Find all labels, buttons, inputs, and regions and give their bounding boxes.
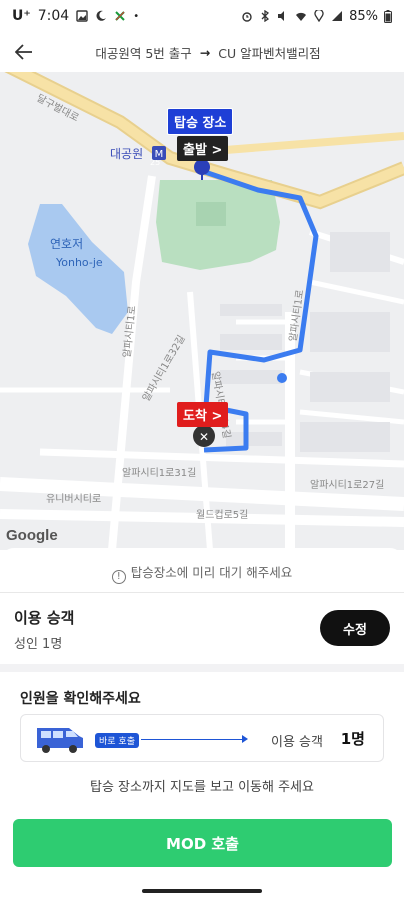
origin-name: 대공원역 5번 출구 bbox=[95, 45, 192, 61]
google-logo: Google bbox=[6, 527, 58, 544]
bottom-sheet: ! 탑승장소에 미리 대기 해주세요 이용 승객 성인 1명 수정 인원을 확인해… bbox=[0, 548, 404, 900]
battery-icon bbox=[384, 9, 392, 23]
info-icon: ! bbox=[111, 570, 126, 584]
use-value: 1명 bbox=[340, 730, 365, 748]
park-field bbox=[196, 202, 226, 226]
route-arrow: → bbox=[199, 44, 211, 60]
depart-label[interactable]: 출발 > bbox=[177, 136, 229, 161]
section-divider bbox=[0, 664, 404, 672]
current-location-dot bbox=[277, 373, 287, 383]
map-label-world: 월드컵로5길 bbox=[196, 508, 248, 521]
wifi-icon bbox=[296, 12, 307, 21]
lake-name-en: Yonho-je bbox=[55, 256, 103, 269]
lake-name-ko: 연호저 bbox=[50, 237, 83, 251]
mod-call-button[interactable]: MOD 호출 bbox=[13, 819, 392, 867]
progress-arrow-line bbox=[141, 739, 245, 740]
status-bar: U⁺ 7:04 • 85% bbox=[0, 0, 404, 32]
alarm-icon bbox=[242, 12, 252, 22]
map-label-station: 대공원 bbox=[110, 147, 143, 161]
pickup-label: 탑승 장소 bbox=[167, 108, 234, 135]
instant-call-tag: 바로 호출 bbox=[95, 733, 139, 748]
arrow-left-icon bbox=[15, 44, 32, 60]
van-icon bbox=[37, 728, 83, 753]
passengers-value: 성인 1명 bbox=[14, 637, 63, 652]
wait-notice-text: 탑승장소에 미리 대기 해주세요 bbox=[130, 565, 293, 580]
battery-percent: 85% bbox=[349, 8, 378, 24]
arrive-label[interactable]: 도착 > bbox=[177, 402, 229, 427]
moon-icon bbox=[96, 10, 107, 21]
confirm-card: 바로 호출 이용 승객 1명 bbox=[20, 714, 384, 762]
confirm-title: 인원을 확인해주세요 bbox=[20, 691, 141, 707]
svg-text:✕: ✕ bbox=[199, 430, 209, 444]
signal-icon bbox=[332, 11, 343, 21]
mute-icon bbox=[278, 11, 285, 21]
carrier-label: U⁺ bbox=[12, 8, 31, 24]
clock: 7:04 bbox=[37, 8, 70, 24]
passengers-title: 이용 승객 bbox=[14, 609, 75, 627]
divider-line bbox=[0, 592, 404, 593]
home-indicator[interactable] bbox=[142, 889, 262, 893]
route-map[interactable]: ✕ 달구벌대로 25 알파시티1로 알파시티1로32길 알파시티1로4길 알파시… bbox=[0, 72, 404, 550]
image-icon bbox=[76, 10, 88, 22]
subway-badge-text: M bbox=[155, 149, 164, 160]
route-summary: 대공원역 5번 출구 → CU 알파벤처밸리점 bbox=[48, 43, 404, 62]
map-label-alpha31: 알파시티1로31길 bbox=[122, 466, 196, 479]
back-button[interactable] bbox=[0, 32, 48, 72]
nav-bar bbox=[0, 878, 404, 900]
call-blocked-icon bbox=[115, 11, 125, 21]
progress-arrow-head bbox=[242, 735, 248, 743]
walk-hint: 탑승 장소까지 지도를 보고 이동해 주세요 bbox=[90, 780, 314, 795]
destination-name: CU 알파벤처밸리점 bbox=[218, 45, 321, 61]
location-icon bbox=[314, 10, 324, 22]
map-label-univ: 유니버시티로 bbox=[46, 493, 101, 505]
route-header: 대공원역 5번 출구 → CU 알파벤처밸리점 bbox=[0, 32, 404, 72]
use-label: 이용 승객 bbox=[271, 735, 323, 750]
edit-passengers-button[interactable]: 수정 bbox=[320, 610, 390, 646]
wait-notice: ! 탑승장소에 미리 대기 해주세요 bbox=[0, 562, 404, 584]
map-label-alpha27: 알파시티1로27길 bbox=[310, 478, 384, 491]
dot-icon: • bbox=[133, 10, 140, 22]
bluetooth-icon bbox=[261, 10, 270, 22]
